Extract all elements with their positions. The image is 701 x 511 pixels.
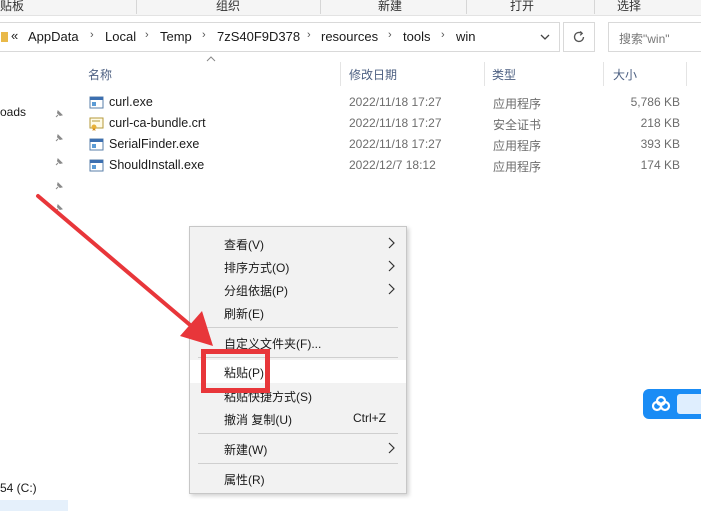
file-size: 5,786 KB [630, 95, 680, 109]
file-name[interactable]: curl.exe [109, 95, 153, 109]
address-bar[interactable]: « AppData › Local › Temp › 7zS40F9D378 ›… [0, 22, 560, 52]
file-size: 174 KB [640, 158, 680, 172]
column-divider[interactable] [603, 62, 604, 86]
submenu-arrow-icon [388, 283, 395, 295]
submenu-arrow-icon [388, 442, 395, 454]
menu-item-refresh[interactable]: 刷新(E) [190, 301, 406, 324]
pin-icon[interactable] [53, 180, 65, 192]
menu-item-label: 属性(R) [224, 473, 265, 487]
breadcrumb-resources[interactable]: resources [321, 29, 378, 44]
file-row[interactable]: ShouldInstall.exe 2022/12/7 18:12 应用程序 1… [84, 155, 684, 176]
file-size: 218 KB [640, 116, 680, 130]
nav-selected-item[interactable] [0, 500, 68, 511]
column-divider[interactable] [340, 62, 341, 86]
menu-item-undo-copy[interactable]: 撤消 复制(U) Ctrl+Z [190, 407, 406, 430]
breadcrumb-chevron-icon[interactable]: › [145, 29, 149, 41]
column-header-size[interactable]: 大小 [613, 66, 637, 83]
exe-icon [89, 138, 104, 151]
file-date: 2022/11/18 17:27 [349, 95, 442, 109]
breadcrumb-win[interactable]: win [456, 29, 476, 44]
search-placeholder: 搜索"win" [619, 32, 670, 46]
refresh-button[interactable] [563, 22, 595, 52]
pin-icon[interactable] [53, 132, 65, 144]
file-row[interactable]: curl-ca-bundle.crt 2022/11/18 17:27 安全证书… [84, 113, 684, 134]
file-date: 2022/12/7 18:12 [349, 158, 436, 172]
navigation-pane: oads 54 (C:) [0, 56, 68, 511]
cloud-float-button[interactable] [643, 389, 701, 419]
certificate-icon [89, 117, 104, 131]
ribbon-divider [466, 0, 467, 14]
menu-item-label: 新建(W) [224, 443, 268, 457]
submenu-arrow-icon [388, 237, 395, 249]
menu-item-view[interactable]: 查看(V) [190, 232, 406, 255]
breadcrumb-chevron-icon[interactable]: › [388, 29, 392, 41]
menu-separator [198, 327, 398, 328]
refresh-icon [573, 31, 585, 43]
cloud-panel-edge [677, 394, 701, 414]
menu-item-new[interactable]: 新建(W) [190, 437, 406, 460]
breadcrumb-appdata[interactable]: AppData [28, 29, 79, 44]
column-header-type[interactable]: 类型 [492, 66, 516, 83]
menu-item-sort[interactable]: 排序方式(O) [190, 255, 406, 278]
menu-item-label: 刷新(E) [224, 307, 264, 321]
ribbon-divider [320, 0, 321, 14]
pin-icon[interactable] [53, 108, 65, 120]
breadcrumb-local[interactable]: Local [105, 29, 136, 44]
file-row[interactable]: curl.exe 2022/11/18 17:27 应用程序 5,786 KB [84, 92, 684, 113]
menu-separator [198, 463, 398, 464]
file-date: 2022/11/18 17:27 [349, 116, 442, 130]
column-header-date[interactable]: 修改日期 [349, 66, 397, 83]
file-row[interactable]: SerialFinder.exe 2022/11/18 17:27 应用程序 3… [84, 134, 684, 155]
file-name[interactable]: SerialFinder.exe [109, 137, 199, 151]
breadcrumb-chevron-icon[interactable]: › [90, 29, 94, 41]
sort-ascending-icon [206, 56, 216, 62]
file-type: 安全证书 [493, 118, 542, 132]
ribbon-select-group[interactable]: 选择 [617, 0, 641, 14]
pin-icon[interactable] [53, 156, 65, 168]
file-type: 应用程序 [493, 139, 542, 153]
menu-item-label: 分组依据(P) [224, 284, 288, 298]
paste-highlight-box [201, 349, 270, 393]
file-type: 应用程序 [493, 160, 542, 174]
menu-item-label: 查看(V) [224, 238, 264, 252]
cloud-icon [651, 395, 671, 412]
breadcrumb-tools[interactable]: tools [403, 29, 430, 44]
breadcrumb-chevron-icon[interactable]: › [202, 29, 206, 41]
exe-icon [89, 159, 104, 172]
menu-separator [198, 433, 398, 434]
breadcrumb-overflow[interactable]: « [11, 28, 18, 43]
nav-item-downloads[interactable]: oads [0, 105, 26, 119]
breadcrumb-chevron-icon[interactable]: › [441, 29, 445, 41]
menu-item-label: 排序方式(O) [224, 261, 290, 275]
ribbon-organize-group[interactable]: 组织 [216, 0, 240, 14]
ribbon-open-group[interactable]: 打开 [510, 0, 534, 14]
column-header-name[interactable]: 名称 [88, 66, 112, 83]
file-name[interactable]: curl-ca-bundle.crt [109, 116, 206, 130]
column-divider[interactable] [484, 62, 485, 86]
file-name[interactable]: ShouldInstall.exe [109, 158, 204, 172]
file-size: 393 KB [640, 137, 680, 151]
pin-icon[interactable] [53, 202, 65, 214]
menu-item-label: 撤消 复制(U) [224, 413, 292, 427]
address-dropdown-icon[interactable] [538, 30, 552, 44]
ribbon-divider [136, 0, 137, 14]
folder-icon [1, 32, 8, 42]
search-box[interactable]: 搜索"win" [608, 22, 701, 52]
ribbon-divider [594, 0, 595, 14]
menu-item-properties[interactable]: 属性(R) [190, 467, 406, 490]
ribbon-strip: 贴板 组织 新建 打开 选择 [0, 0, 701, 16]
breadcrumb-7zs-folder[interactable]: 7zS40F9D378 [217, 29, 300, 44]
exe-icon [89, 96, 104, 109]
column-divider[interactable] [686, 62, 687, 86]
breadcrumb-temp[interactable]: Temp [160, 29, 192, 44]
submenu-arrow-icon [388, 260, 395, 272]
ribbon-clipboard-group[interactable]: 贴板 [0, 0, 24, 14]
breadcrumb-chevron-icon[interactable]: › [307, 29, 311, 41]
ribbon-new-group[interactable]: 新建 [378, 0, 402, 14]
file-type: 应用程序 [493, 97, 542, 111]
nav-item-drive-c[interactable]: 54 (C:) [0, 481, 37, 495]
file-date: 2022/11/18 17:27 [349, 137, 442, 151]
menu-item-shortcut: Ctrl+Z [353, 411, 386, 425]
menu-item-group[interactable]: 分组依据(P) [190, 278, 406, 301]
